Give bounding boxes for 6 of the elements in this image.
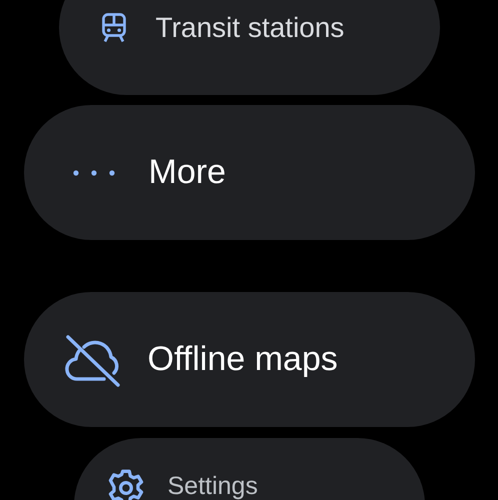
cloud-off-icon	[64, 332, 122, 386]
more-icon	[72, 168, 116, 176]
menu-item[interactable]: Offline maps	[24, 292, 474, 427]
menu-item[interactable]: Settings	[74, 438, 424, 500]
menu-item[interactable]: Transit stations	[58, 0, 440, 95]
menu-item[interactable]: More	[24, 105, 474, 240]
